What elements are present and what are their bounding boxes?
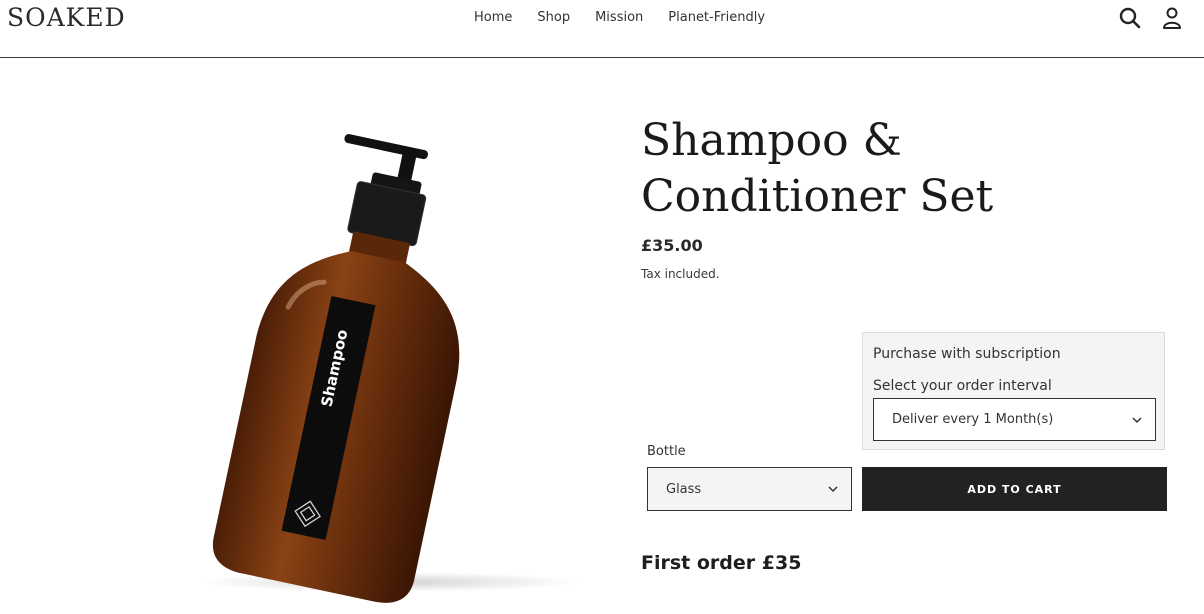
logo[interactable]: SOAKED — [7, 3, 126, 32]
nav-shop[interactable]: Shop — [537, 10, 570, 26]
account-icon[interactable] — [1160, 6, 1184, 30]
interval-value: Deliver every 1 Month(s) — [892, 412, 1054, 427]
interval-label: Select your order interval — [873, 378, 1052, 394]
nav-planet-friendly[interactable]: Planet-Friendly — [668, 10, 765, 26]
add-to-cart-button[interactable]: ADD TO CART — [862, 467, 1167, 511]
subscription-title: Purchase with subscription — [873, 346, 1061, 362]
nav-mission[interactable]: Mission — [595, 10, 643, 26]
first-order-promo: First order £35 — [641, 552, 802, 574]
nav-home[interactable]: Home — [474, 10, 512, 26]
bottle-label: Bottle — [647, 444, 686, 459]
bottle-select[interactable]: Glass — [647, 467, 852, 511]
search-icon[interactable] — [1118, 6, 1142, 30]
chevron-down-icon — [1132, 417, 1142, 424]
main-nav: Home Shop Mission Planet-Friendly — [474, 10, 790, 26]
product-image: Shampoo — [160, 120, 610, 610]
site-header: SOAKED Home Shop Mission Planet-Friendly — [0, 0, 1204, 58]
bottle-value: Glass — [666, 482, 702, 497]
chevron-down-icon — [828, 486, 838, 493]
subscription-box: Purchase with subscription Select your o… — [862, 332, 1165, 450]
product-title: Shampoo & Conditioner Set — [641, 115, 994, 222]
product-price: £35.00 — [641, 236, 703, 255]
tax-note: Tax included. — [641, 267, 720, 281]
interval-select[interactable]: Deliver every 1 Month(s) — [873, 398, 1156, 441]
